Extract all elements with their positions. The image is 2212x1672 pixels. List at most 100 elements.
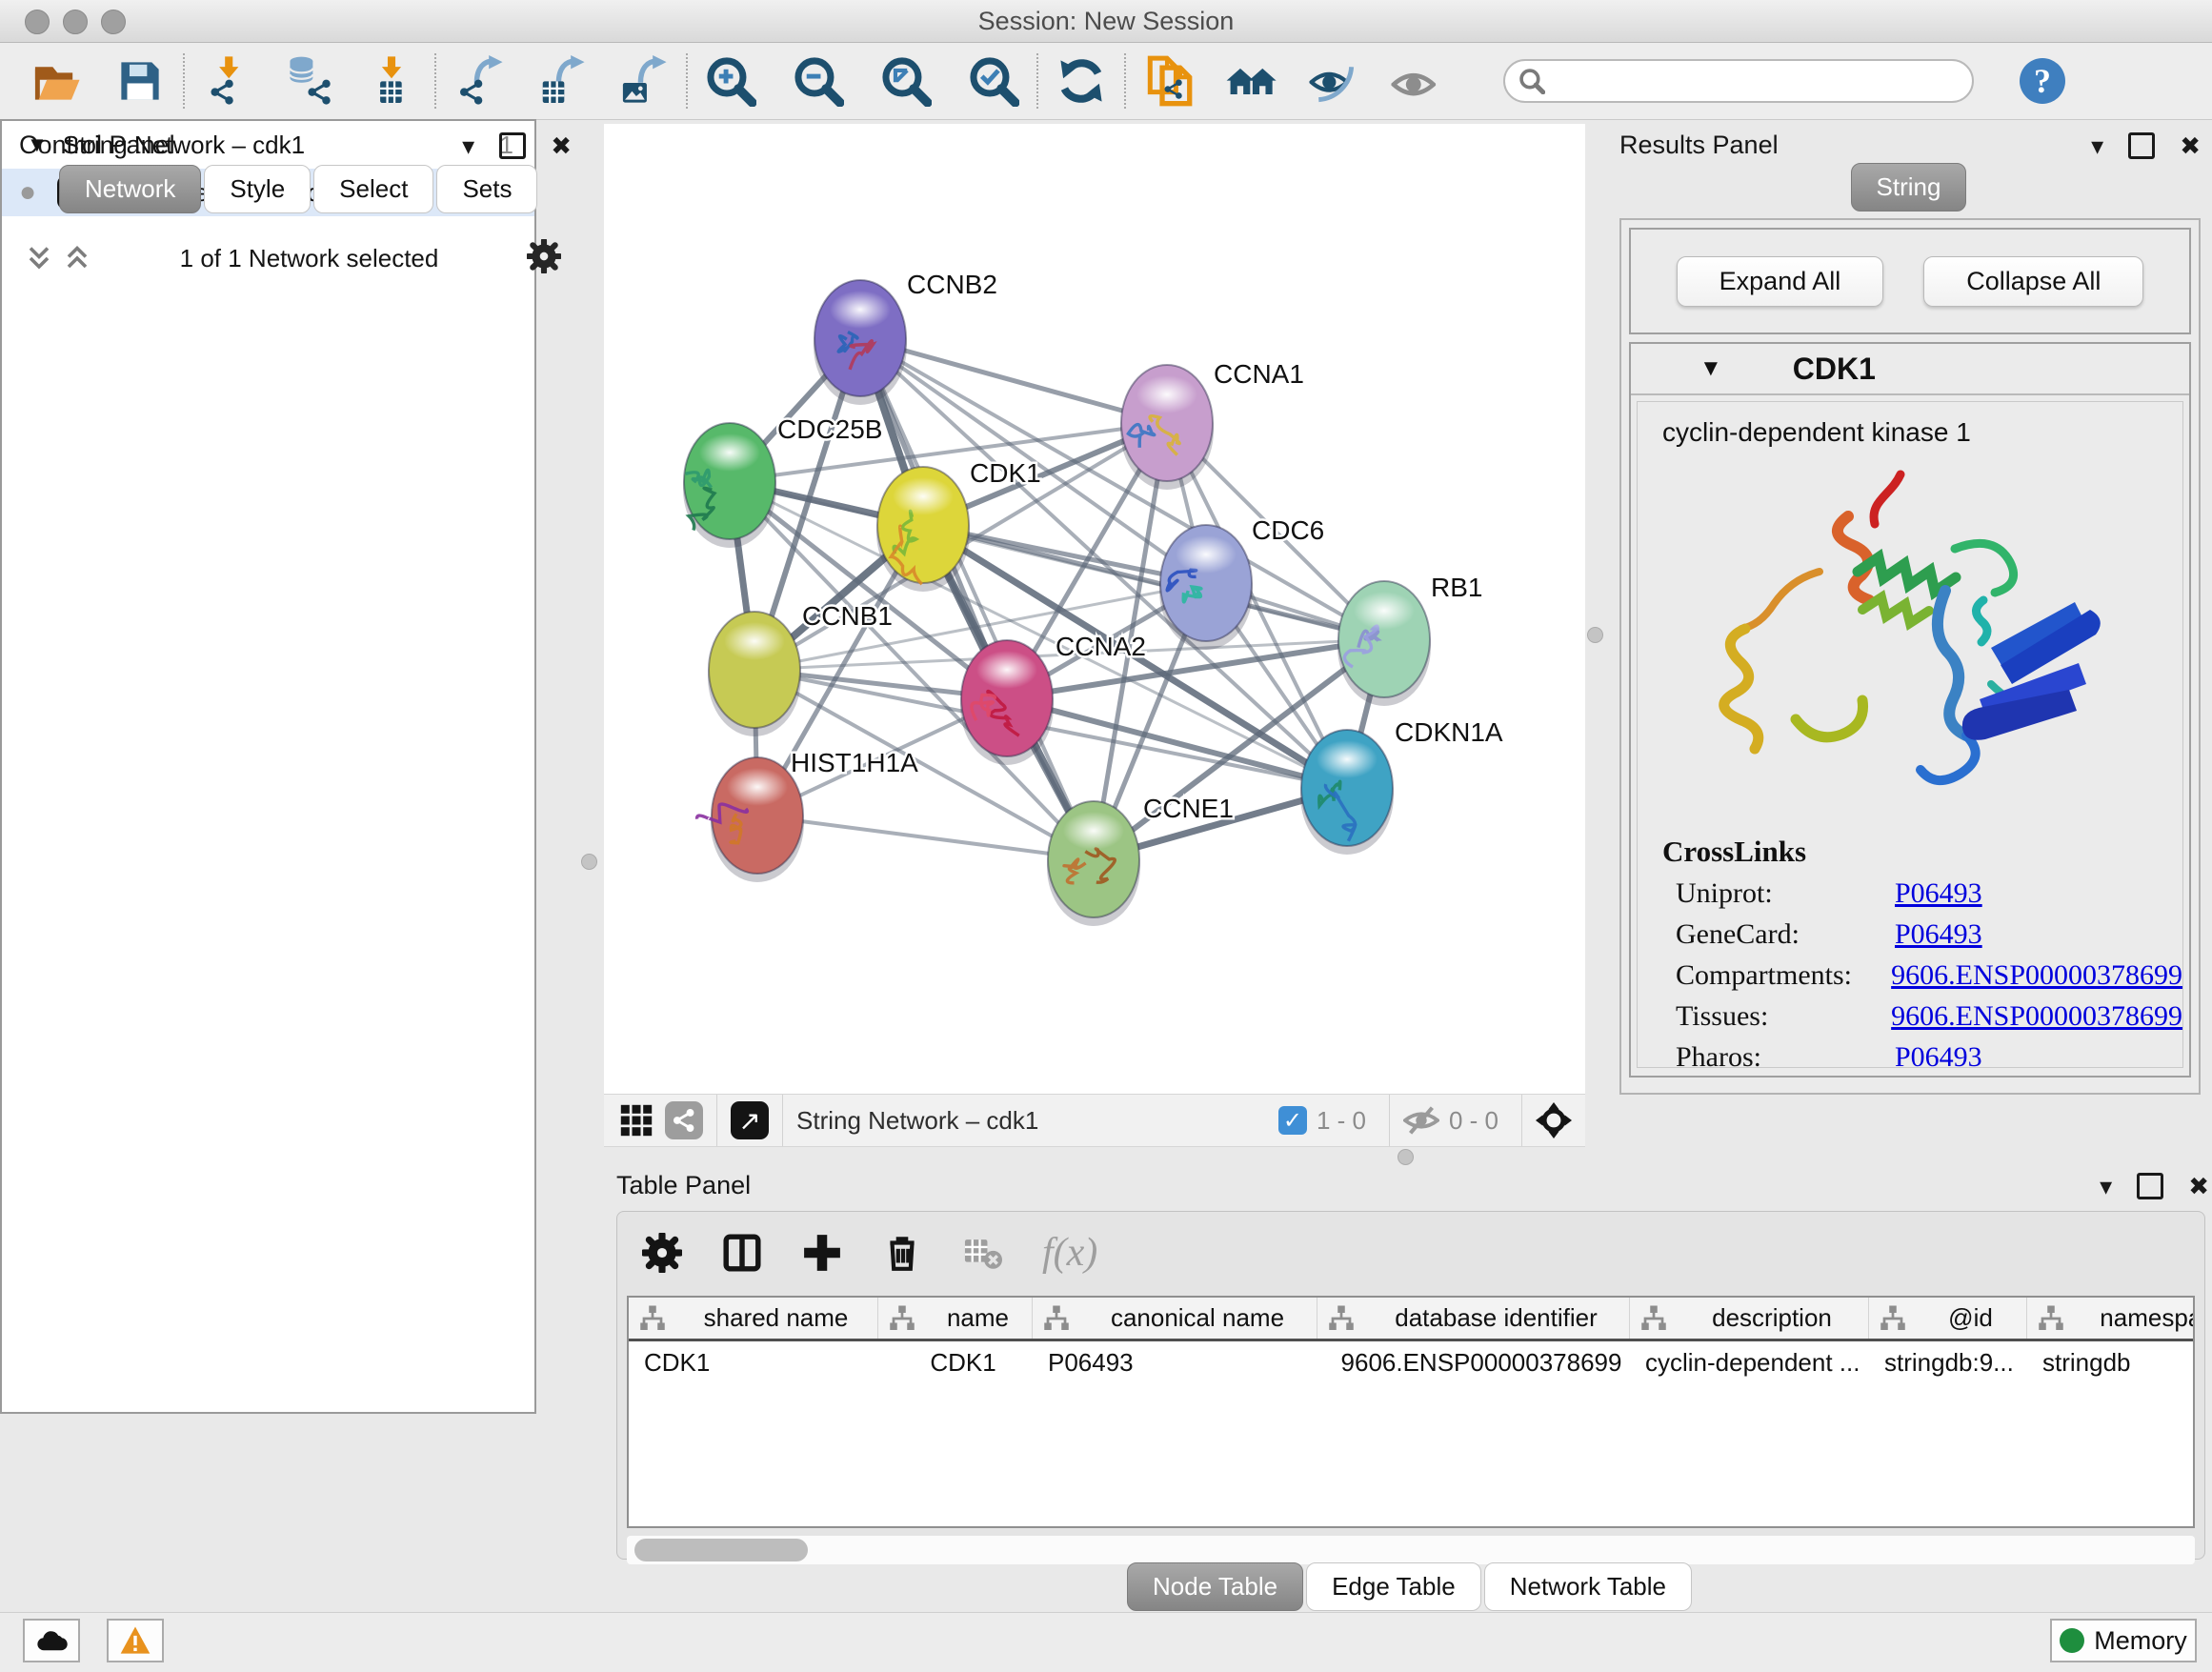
delete-column-icon[interactable]	[882, 1233, 922, 1273]
network-node-CCNB2[interactable]	[814, 280, 907, 405]
column-header-database-identifier[interactable]: database identifier	[1317, 1298, 1630, 1339]
show-columns-icon[interactable]	[722, 1233, 762, 1273]
left-splitter-handle[interactable]	[581, 854, 597, 870]
close-panel-icon[interactable]: ✖	[2180, 133, 2201, 158]
birdseye-icon[interactable]	[1385, 51, 1444, 111]
fit-selected-crosshair-icon[interactable]	[1536, 1102, 1572, 1138]
network-node-CDC6[interactable]	[1159, 525, 1253, 650]
expand-all-button[interactable]: Expand All	[1677, 256, 1884, 307]
zoom-selected-icon[interactable]	[964, 51, 1023, 111]
collapse-all-button[interactable]: Collapse All	[1923, 256, 2143, 307]
table-options-gear-icon[interactable]	[642, 1233, 682, 1273]
network-view-toolbar: ↗ String Network – cdk1 ✓ 1 - 0 0 - 0	[604, 1094, 1585, 1147]
column-header-namespace[interactable]: namespace	[2027, 1298, 2195, 1339]
network-node-CCNE1[interactable]	[1047, 801, 1140, 926]
grid-view-icon[interactable]	[619, 1103, 654, 1138]
copy-network-icon[interactable]	[1139, 51, 1198, 111]
column-header-name[interactable]: name	[878, 1298, 1033, 1339]
table-cell[interactable]: CDK1	[878, 1348, 1033, 1378]
network-node-HIST1H1A[interactable]	[697, 757, 804, 882]
import-network-database-icon[interactable]	[280, 51, 339, 111]
import-table-file-icon[interactable]	[362, 51, 421, 111]
network-canvas[interactable]: CCNB2CCNA1CDC25BCDK1CDC6RB1CCNB1CCNA2CDK…	[604, 124, 1585, 1094]
selected-checkbox-icon[interactable]: ✓	[1278, 1106, 1307, 1135]
tab-style[interactable]: Style	[204, 165, 311, 213]
zoom-window-button[interactable]	[101, 10, 126, 34]
network-node-RB1[interactable]	[1337, 581, 1431, 706]
help-icon[interactable]: ?	[2020, 58, 2065, 104]
maximize-panel-icon[interactable]	[499, 132, 526, 159]
close-window-button[interactable]	[25, 10, 50, 34]
network-node-CCNB1[interactable]	[708, 612, 801, 736]
crosslink-link[interactable]: 9606.ENSP00000378699	[1891, 959, 2182, 992]
open-session-icon[interactable]	[27, 51, 86, 111]
maximize-panel-icon[interactable]	[2137, 1173, 2163, 1199]
crosslink-link[interactable]: P06493	[1895, 1041, 1982, 1068]
network-options-gear-icon[interactable]	[527, 239, 561, 278]
tab-network-table[interactable]: Network Table	[1484, 1562, 1692, 1611]
zoom-fit-icon[interactable]	[876, 51, 935, 111]
crosslink-link[interactable]: 9606.ENSP00000378699	[1891, 1000, 2182, 1033]
tab-node-table[interactable]: Node Table	[1127, 1562, 1303, 1611]
warnings-button[interactable]	[107, 1619, 164, 1662]
gene-entry-header[interactable]: ▼ CDK1	[1631, 344, 2189, 395]
save-session-icon[interactable]	[111, 51, 170, 111]
expand-all-networks-icon[interactable]	[63, 244, 91, 272]
close-panel-icon[interactable]: ✖	[2188, 1174, 2209, 1199]
network-node-CDKN1A[interactable]	[1300, 730, 1394, 855]
export-image-icon[interactable]	[613, 51, 673, 111]
network-node-CDK1[interactable]	[876, 467, 970, 592]
collapse-all-networks-icon[interactable]	[25, 244, 53, 272]
hide-graphics-icon[interactable]	[1303, 51, 1362, 111]
cloud-services-button[interactable]	[23, 1619, 80, 1662]
float-panel-icon[interactable]: ▾	[462, 133, 474, 158]
tab-select[interactable]: Select	[313, 165, 433, 213]
hidden-eye-icon[interactable]	[1403, 1102, 1439, 1138]
crosslink-link[interactable]: P06493	[1895, 918, 1982, 951]
network-node-CCNA2[interactable]	[960, 640, 1054, 765]
refresh-view-icon[interactable]	[1052, 51, 1111, 111]
table-cell[interactable]: stringdb	[2027, 1348, 2195, 1378]
tab-network[interactable]: Network	[59, 165, 201, 213]
table-row[interactable]: CDK1CDK1P064939606.ENSP00000378699cyclin…	[629, 1341, 2193, 1383]
minimize-window-button[interactable]	[63, 10, 88, 34]
table-horizontal-scrollbar[interactable]	[627, 1536, 2195, 1564]
float-panel-icon[interactable]: ▾	[2100, 1174, 2112, 1199]
zoom-out-icon[interactable]	[789, 51, 848, 111]
import-network-file-icon[interactable]	[198, 51, 257, 111]
homes-icon[interactable]	[1221, 51, 1280, 111]
tab-edge-table[interactable]: Edge Table	[1306, 1562, 1481, 1611]
column-header-description[interactable]: description	[1630, 1298, 1869, 1339]
scrollbar-thumb[interactable]	[634, 1539, 808, 1561]
search-input[interactable]	[1553, 66, 1972, 97]
network-node-CCNA1[interactable]	[1120, 365, 1214, 490]
table-cell[interactable]: cyclin-dependent ...	[1630, 1348, 1869, 1378]
column-header-shared-name[interactable]: shared name	[629, 1298, 878, 1339]
table-cell[interactable]: stringdb:9...	[1869, 1348, 2027, 1378]
string-view-icon[interactable]	[665, 1101, 703, 1139]
table-cell[interactable]: 9606.ENSP00000378699	[1317, 1348, 1630, 1378]
tab-string[interactable]: String	[1851, 163, 1967, 212]
export-table-icon[interactable]	[532, 51, 591, 111]
float-panel-icon[interactable]: ▾	[2091, 133, 2103, 158]
node-table[interactable]: shared namenamecanonical namedatabase id…	[627, 1296, 2195, 1528]
column-header--id[interactable]: @id	[1869, 1298, 2027, 1339]
network-node-CDC25B[interactable]	[683, 423, 776, 548]
zoom-in-icon[interactable]	[701, 51, 760, 111]
maximize-panel-icon[interactable]	[2128, 132, 2155, 159]
table-cell[interactable]: CDK1	[629, 1348, 878, 1378]
detach-view-icon[interactable]: ↗	[731, 1101, 769, 1139]
collapse-triangle-icon[interactable]: ▼	[1699, 355, 1722, 382]
search-box[interactable]	[1503, 59, 1974, 103]
table-cell[interactable]: P06493	[1033, 1348, 1317, 1378]
column-header-canonical-name[interactable]: canonical name	[1033, 1298, 1317, 1339]
network-edge[interactable]	[757, 816, 1094, 859]
memory-button[interactable]: Memory	[2050, 1619, 2197, 1662]
export-network-icon[interactable]	[450, 51, 509, 111]
add-column-icon[interactable]	[802, 1233, 842, 1273]
close-panel-icon[interactable]: ✖	[551, 133, 572, 158]
network-edge[interactable]	[860, 338, 1094, 859]
crosslink-link[interactable]: P06493	[1895, 877, 1982, 910]
right-splitter-handle[interactable]	[1587, 627, 1603, 643]
tab-sets[interactable]: Sets	[436, 165, 537, 213]
